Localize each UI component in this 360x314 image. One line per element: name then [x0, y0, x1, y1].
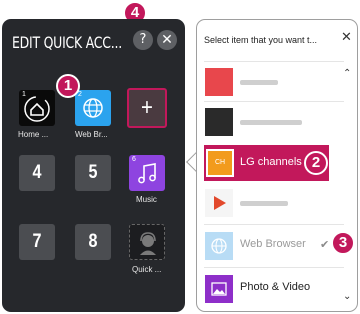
help-button[interactable]: ? — [133, 30, 153, 50]
edit-quick-access-panel: EDIT QUICK ACC... ? ✕ 1 Home ... 2 Web B… — [2, 19, 185, 312]
list-item-label: LG channels — [240, 156, 302, 168]
close-icon[interactable]: ✕ — [341, 30, 352, 45]
app-icon — [205, 68, 233, 96]
globe-icon — [83, 98, 103, 118]
support-icon — [140, 232, 156, 255]
music-icon — [138, 163, 156, 184]
scroll-down-icon[interactable]: ⌄ — [343, 291, 351, 302]
photo-glyph — [211, 282, 227, 296]
select-item-panel: Select item that you want t... ✕ ⌃ CH LG… — [196, 19, 358, 312]
blurred-label — [240, 201, 288, 206]
tile-slot-7[interactable]: 7 — [19, 224, 55, 260]
globe-glyph — [211, 238, 227, 254]
blurred-label — [240, 80, 278, 85]
checkmark-icon: ✔ — [320, 238, 330, 251]
list-item-label: Photo & Video — [240, 281, 311, 293]
add-icon: + — [141, 94, 153, 121]
panel-title: EDIT QUICK ACC... — [12, 33, 122, 52]
tile-slot-number: 5 — [88, 162, 98, 183]
tile-quick-help[interactable] — [129, 224, 165, 260]
google-play-icon — [205, 189, 233, 217]
tile-label-home: Home ... — [18, 130, 49, 139]
tile-label-web-browser: Web Br... — [75, 130, 108, 139]
tile-slot-4[interactable]: 4 — [19, 155, 55, 191]
divider — [204, 224, 344, 225]
tile-slot-number: 7 — [32, 231, 42, 252]
tile-label-quick-help: Quick ... — [132, 265, 162, 274]
panel-title: Select item that you want t... — [204, 35, 318, 45]
divider — [204, 267, 344, 268]
list-item[interactable] — [204, 186, 345, 220]
tile-slot-number: 4 — [32, 162, 42, 183]
blurred-label — [240, 120, 302, 125]
close-button[interactable]: ✕ — [157, 30, 177, 50]
lg-channels-icon: CH — [206, 149, 234, 177]
tile-slot-5[interactable]: 5 — [75, 155, 111, 191]
list-item[interactable] — [204, 105, 345, 139]
callout-badge-2: 2 — [304, 151, 328, 175]
list-item-web-browser[interactable]: Web Browser ✔ — [204, 229, 345, 263]
tile-slot-number: 8 — [88, 231, 98, 252]
divider — [204, 101, 344, 102]
list-item[interactable] — [204, 65, 345, 99]
globe-icon — [205, 232, 233, 260]
tile-web-browser[interactable]: 2 — [75, 90, 111, 126]
tile-music[interactable]: 6 — [129, 155, 165, 191]
lg-channels-logo: CH — [208, 151, 232, 175]
tile-slot-8[interactable]: 8 — [75, 224, 111, 260]
home-icon — [24, 96, 50, 122]
callout-badge-1: 1 — [56, 74, 80, 98]
tile-home[interactable]: 1 — [19, 90, 55, 126]
add-tile-button[interactable]: + — [127, 88, 167, 128]
callout-badge-3: 3 — [331, 231, 355, 255]
app-icon — [205, 108, 233, 136]
play-triangle — [214, 196, 226, 210]
tile-label-music: Music — [136, 195, 157, 204]
divider — [204, 61, 344, 62]
photo-icon — [205, 275, 233, 303]
list-item-photo-video[interactable]: Photo & Video — [204, 272, 345, 306]
list-item-label: Web Browser — [240, 238, 306, 250]
